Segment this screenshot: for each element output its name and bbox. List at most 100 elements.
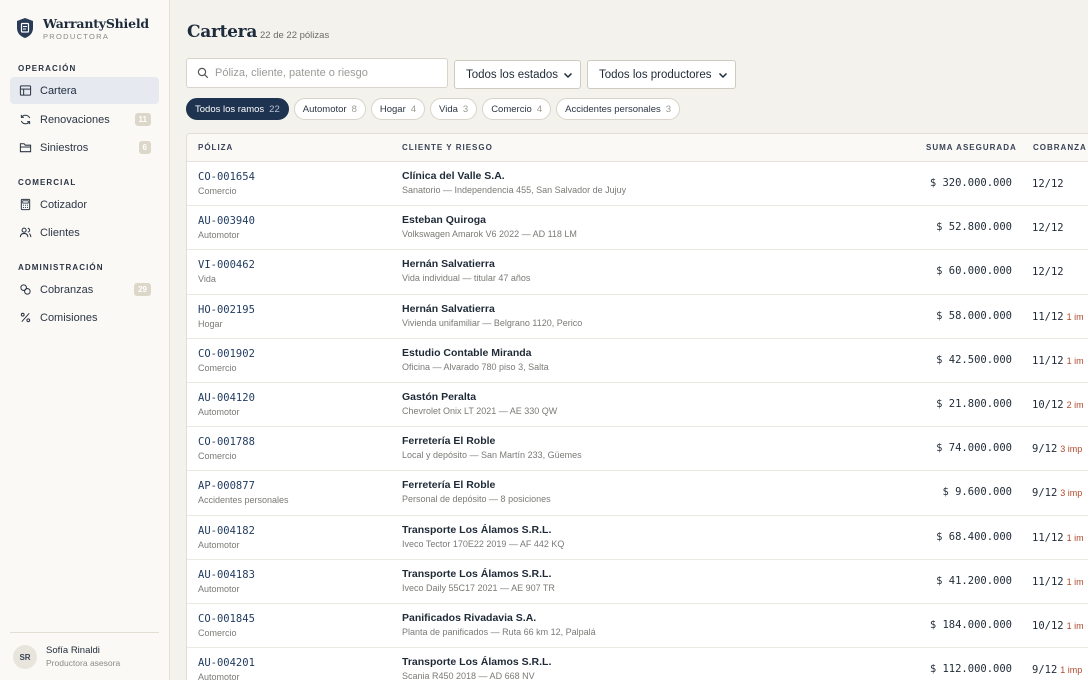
sidebar-item-comisiones[interactable]: Comisiones bbox=[10, 304, 159, 331]
sidebar-item-label: Clientes bbox=[40, 226, 80, 239]
table-row[interactable]: CO-001902 Comercio Estudio Contable Mirand… bbox=[187, 339, 1088, 383]
table-icon bbox=[18, 84, 32, 98]
chip-vida[interactable]: Vida 3 bbox=[430, 98, 478, 120]
table-row[interactable]: CO-001788 Comercio Ferretería El Roble Loca… bbox=[187, 427, 1088, 472]
policy-number[interactable]: AU-003940 bbox=[198, 215, 255, 227]
chip-accidentes-personales[interactable]: Accidentes personales 3 bbox=[556, 98, 681, 120]
sidebar-item-cobranzas[interactable]: Cobranzas 29 bbox=[10, 276, 159, 303]
sidebar-item-label: Renovaciones bbox=[40, 113, 110, 126]
chip-label: Automotor bbox=[302, 103, 347, 115]
table-row[interactable]: CO-001845 Comercio Panificados Rivadavia S… bbox=[187, 604, 1088, 649]
collection-status: 9/12 3 imp bbox=[1032, 487, 1082, 499]
policy-number[interactable]: AU-004182 bbox=[198, 525, 255, 537]
policy-number[interactable]: AP-000877 bbox=[198, 480, 255, 492]
nav-section-operacion: OPERACIÓN bbox=[18, 64, 77, 73]
sidebar-item-clientes[interactable]: Clientes bbox=[10, 219, 159, 246]
collection-progress: 10/12 bbox=[1032, 619, 1064, 632]
sidebar-item-cartera[interactable]: Cartera bbox=[10, 77, 159, 104]
sidebar-item-label: Cartera bbox=[40, 84, 77, 97]
risk-description: Local y depósito — San Martín 233, Güeme… bbox=[402, 450, 582, 461]
client-name[interactable]: Transporte Los Álamos S.R.L. bbox=[402, 656, 551, 668]
estado-select[interactable]: Todos los estados bbox=[454, 60, 581, 89]
user-card[interactable]: SR Sofía Rinaldi Productora asesora bbox=[10, 632, 159, 669]
policy-number[interactable]: CO-001845 bbox=[198, 613, 255, 625]
sidebar-item-cotizador[interactable]: Cotizador bbox=[10, 191, 159, 218]
chip-comercio[interactable]: Comercio 4 bbox=[482, 98, 552, 120]
policy-number[interactable]: CO-001788 bbox=[198, 436, 255, 448]
chip-count: 22 bbox=[269, 103, 280, 115]
client-name[interactable]: Hernán Salvatierra bbox=[402, 258, 495, 270]
sum-insured: $ 58.000.000 bbox=[936, 309, 1012, 322]
policy-number[interactable]: AU-004120 bbox=[198, 392, 255, 404]
brand[interactable]: WarrantyShield PRODUCTORA bbox=[16, 16, 149, 41]
policy-number[interactable]: HO-002195 bbox=[198, 304, 255, 316]
table-row[interactable]: AU-004183 Automotor Transporte Los Álamos … bbox=[187, 560, 1088, 604]
client-name[interactable]: Transporte Los Álamos S.R.L. bbox=[402, 524, 551, 536]
table-row[interactable]: CO-001654 Comercio Clínica del Valle S.A. S… bbox=[187, 162, 1088, 207]
column-header-suma[interactable]: SUMA ASEGURADA bbox=[926, 143, 1017, 152]
sidebar-item-label: Cobranzas bbox=[40, 283, 94, 296]
risk-description: Planta de panificados — Ruta 66 km 12, P… bbox=[402, 626, 596, 637]
collection-progress: 11/12 bbox=[1032, 531, 1064, 544]
search-input[interactable] bbox=[215, 67, 435, 79]
table-row[interactable]: AU-004201 Automotor Transporte Los Álamos … bbox=[187, 648, 1088, 680]
sum-insured: $ 21.800.000 bbox=[936, 397, 1012, 410]
risk-description: Scania R450 2018 — AD 668 NV bbox=[402, 671, 535, 680]
table-row[interactable]: AU-004120 Automotor Gastón Peralta Chevrole… bbox=[187, 383, 1088, 428]
policy-ramo: Accidentes personales bbox=[198, 495, 289, 506]
client-name[interactable]: Estudio Contable Miranda bbox=[402, 347, 532, 359]
collection-progress: 12/12 bbox=[1032, 178, 1064, 190]
client-name[interactable]: Ferretería El Roble bbox=[402, 435, 495, 447]
client-name[interactable]: Esteban Quiroga bbox=[402, 214, 486, 226]
policy-number[interactable]: CO-001654 bbox=[198, 171, 255, 183]
search-icon bbox=[197, 67, 209, 79]
policy-ramo: Vida bbox=[198, 274, 216, 285]
risk-description: Sanatorio — Independencia 455, San Salva… bbox=[402, 185, 627, 195]
policy-number[interactable]: AU-004201 bbox=[198, 657, 255, 669]
collection-status: 11/12 1 im bbox=[1032, 532, 1084, 544]
client-name[interactable]: Hernán Salvatierra bbox=[402, 303, 495, 315]
unpaid-count: 3 imp bbox=[1060, 488, 1083, 499]
collection-progress: 12/12 bbox=[1032, 222, 1064, 235]
risk-description: Vivienda unifamiliar — Belgrano 1120, Pe… bbox=[402, 317, 583, 328]
collection-progress: 12/12 bbox=[1032, 266, 1064, 279]
folder-icon bbox=[18, 141, 32, 155]
client-name[interactable]: Panificados Rivadavia S.A. bbox=[402, 612, 536, 624]
policy-number[interactable]: CO-001902 bbox=[198, 348, 255, 360]
client-name[interactable]: Gastón Peralta bbox=[402, 391, 476, 403]
user-role: Productora asesora bbox=[46, 658, 121, 668]
policy-ramo: Comercio bbox=[198, 451, 237, 462]
chip-todos[interactable]: Todos los ramos 22 bbox=[186, 98, 289, 120]
unpaid-count: 2 im bbox=[1066, 399, 1084, 410]
productor-select[interactable]: Todos los productores bbox=[587, 60, 736, 89]
policy-count: 22 de 22 pólizas bbox=[260, 30, 330, 41]
policies-table: PÓLIZA CLIENTE Y RIESGO SUMA ASEGURADA C… bbox=[186, 133, 1088, 680]
unpaid-count: 1 im bbox=[1066, 532, 1084, 543]
nav-section-administracion: ADMINISTRACIÓN bbox=[18, 263, 104, 272]
table-row[interactable]: HO-002195 Hogar Hernán Salvatierra Vivienda… bbox=[187, 295, 1088, 339]
search-box[interactable] bbox=[186, 58, 448, 88]
client-name[interactable]: Clínica del Valle S.A. bbox=[402, 170, 505, 182]
sum-insured: $ 184.000.000 bbox=[929, 618, 1012, 631]
column-header-cobranza[interactable]: COBRANZA bbox=[1033, 143, 1087, 152]
client-name[interactable]: Transporte Los Álamos S.R.L. bbox=[402, 568, 551, 580]
unpaid-count: 1 imp bbox=[1060, 665, 1083, 676]
chip-hogar[interactable]: Hogar 4 bbox=[370, 98, 426, 120]
column-header-cliente[interactable]: CLIENTE Y RIESGO bbox=[402, 143, 493, 152]
policy-number[interactable]: AU-004183 bbox=[198, 569, 255, 581]
risk-description: Vida individual — titular 47 años bbox=[402, 273, 531, 284]
sum-insured: $ 60.000.000 bbox=[936, 265, 1012, 278]
table-row[interactable]: AU-003940 Automotor Esteban Quiroga Volkswa… bbox=[187, 206, 1088, 251]
chip-automotor[interactable]: Automotor 8 bbox=[293, 98, 366, 120]
table-row[interactable]: AU-004182 Automotor Transporte Los Álamos … bbox=[187, 516, 1088, 560]
policy-number[interactable]: VI-000462 bbox=[198, 259, 255, 271]
table-row[interactable]: AP-000877 Accidentes personales Ferretería… bbox=[187, 471, 1088, 516]
column-header-poliza[interactable]: PÓLIZA bbox=[198, 143, 233, 152]
table-row[interactable]: VI-000462 Vida Hernán Salvatierra Vida indi… bbox=[187, 250, 1088, 295]
sidebar-item-siniestros[interactable]: Siniestros 6 bbox=[10, 134, 159, 161]
risk-description: Volkswagen Amarok V6 2022 — AD 118 LM bbox=[402, 229, 577, 240]
chip-label: Todos los ramos bbox=[195, 103, 265, 115]
chip-count: 8 bbox=[351, 103, 357, 115]
client-name[interactable]: Ferretería El Roble bbox=[402, 479, 495, 491]
sidebar-item-renovaciones[interactable]: Renovaciones 11 bbox=[10, 106, 159, 133]
